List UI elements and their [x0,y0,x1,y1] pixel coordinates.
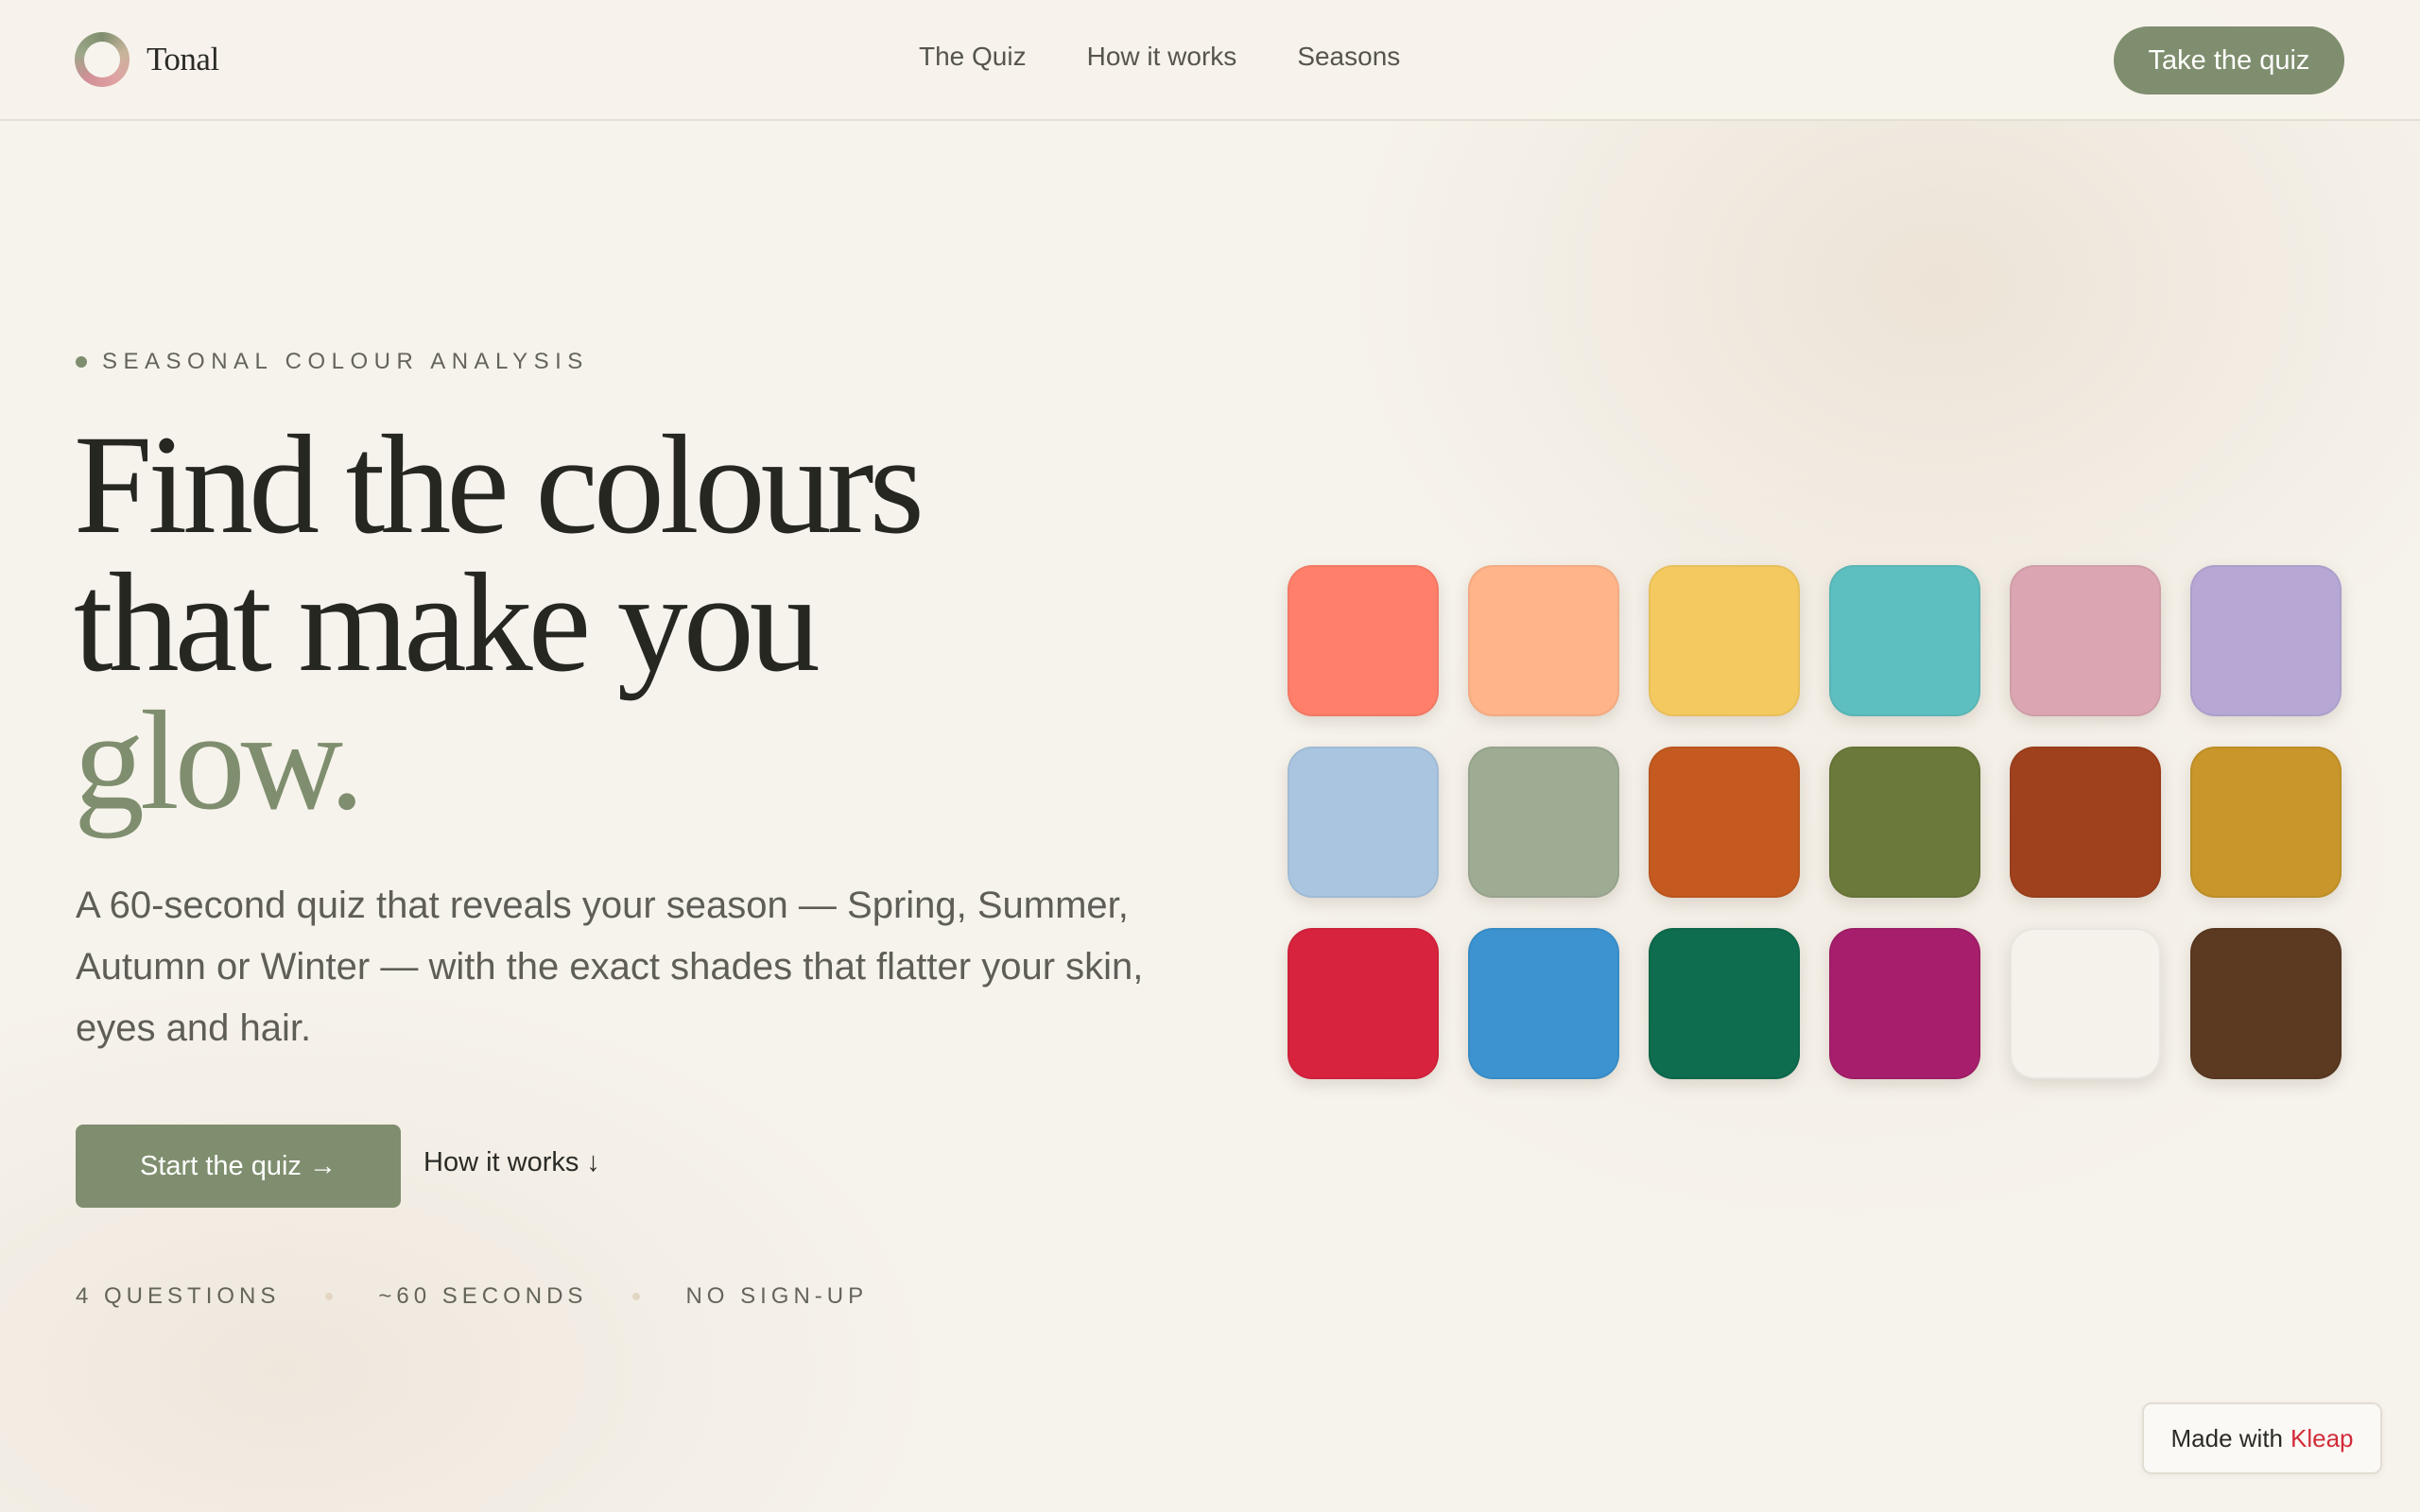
hero-meta: 4 QUESTIONS ~60 SECONDS NO SIGN-UP [76,1283,868,1310]
colour-swatch [1468,747,1619,898]
colour-swatch [1288,928,1439,1079]
logo-text: Tonal [147,41,219,77]
badge-brand: Kleap [2290,1423,2354,1452]
take-quiz-button[interactable]: Take the quiz [2114,26,2344,94]
logo[interactable]: Tonal [75,32,219,87]
colour-swatch [1288,747,1439,898]
colour-swatch [1649,928,1800,1079]
headline-line-2: that make you [74,544,821,701]
colour-swatch [2190,928,2342,1079]
headline-line-1: Find the colours [74,406,925,563]
colour-swatch [1829,928,1980,1079]
hero-subhead: A 60-second quiz that reveals your seaso… [76,885,1144,1049]
meta-separator-dot [325,1293,334,1300]
colour-swatch [2010,565,2161,716]
colour-swatch [1468,565,1619,716]
colour-swatch [1649,747,1800,898]
badge-prefix: Made with [2170,1423,2284,1452]
colour-swatch [1829,747,1980,898]
logo-ring-icon [75,32,130,87]
colour-swatch-grid [1288,565,2342,1079]
colour-swatch [1829,565,1980,716]
meta-no-signup: NO SIGN-UP [685,1283,869,1309]
meta-questions: 4 QUESTIONS [76,1283,281,1309]
main-nav: The Quiz How it works Seasons [919,42,1400,72]
nav-link-seasons[interactable]: Seasons [1297,42,1400,72]
made-with-badge[interactable]: Made with Kleap [2142,1402,2382,1474]
colour-swatch [2190,565,2342,716]
nav-link-how-it-works[interactable]: How it works [1087,42,1237,72]
colour-swatch [2010,747,2161,898]
eyebrow-dot-icon [76,356,87,368]
start-quiz-button[interactable]: Start the quiz → [76,1125,401,1208]
eyebrow-text: SEASONAL COLOUR ANALYSIS [102,349,589,374]
headline-accent: glow. [74,682,365,839]
nav-link-the-quiz[interactable]: The Quiz [919,42,1027,72]
meta-duration: ~60 SECONDS [378,1283,588,1309]
colour-swatch [2010,928,2161,1079]
colour-swatch [2190,747,2342,898]
colour-swatch [1288,565,1439,716]
hero-headline: Find the colours that make you glow. [74,406,1114,839]
site-header: Tonal The Quiz How it works Seasons Take… [0,0,2420,121]
how-it-works-link[interactable]: How it works ↓ [424,1147,600,1178]
meta-separator-dot [632,1293,641,1300]
eyebrow: SEASONAL COLOUR ANALYSIS [76,349,589,375]
colour-swatch [1649,565,1800,716]
colour-swatch [1468,928,1619,1079]
